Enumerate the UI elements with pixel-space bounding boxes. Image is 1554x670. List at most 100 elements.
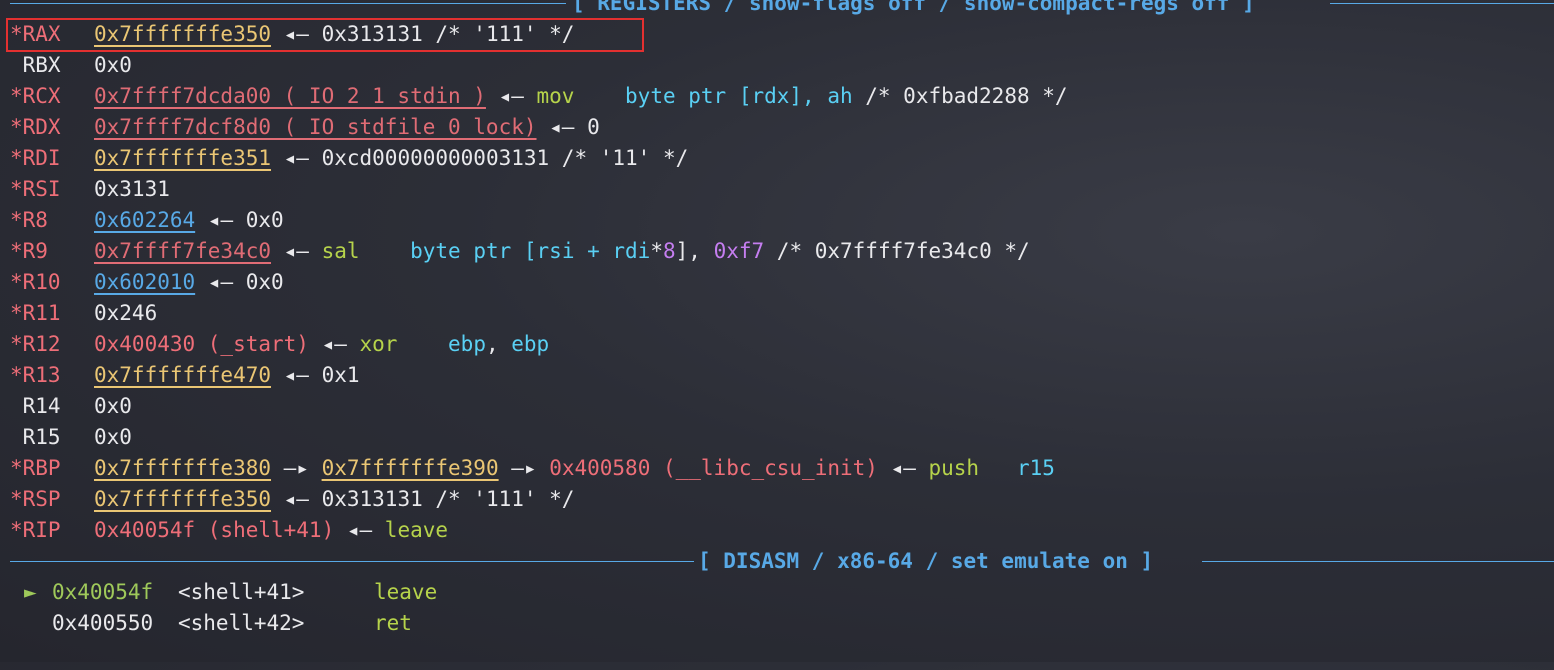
register-value-part (574, 84, 625, 108)
register-value-part[interactable]: 0x7ffff7dcda00 (_IO_2_1_stdin_) (94, 84, 486, 108)
register-value-part: 0x246 (94, 301, 158, 325)
disasm-header-title: [ DISASM / x86-64 / set emulate on ] (698, 549, 1154, 573)
register-name: *RSP (10, 487, 61, 511)
register-value-part[interactable]: 0x7fffffffe351 (94, 146, 271, 170)
disasm-mnemonic: ret (374, 611, 412, 635)
register-value-part: ◂— 0x0 (195, 270, 284, 294)
register-value: 0x0 (94, 422, 132, 453)
register-name: R14 (10, 394, 61, 418)
register-value-part: ◂— 0 (536, 115, 600, 139)
register-value-part: byte ptr [rdx], ah (625, 84, 853, 108)
register-value-part[interactable]: 0x7ffff7dcf8d0 (_IO_stdfile_0_lock) (94, 115, 537, 139)
register-name: *RDI (10, 146, 61, 170)
register-value-part: , (485, 332, 512, 356)
registers-header-title: [ REGISTERS / show-flags off / show-comp… (572, 0, 1255, 15)
register-value-part: ebp (511, 332, 550, 356)
register-value: 0x7ffff7fe34c0 ◂— sal byte ptr [rsi + rd… (94, 236, 1030, 267)
registers-header: [ REGISTERS / show-flags off / show-comp… (0, 0, 1554, 19)
register-value-part: r15 (1017, 456, 1055, 480)
register-value-part: 0x40054f (shell+41) (94, 518, 335, 542)
register-value-part: 0x0 (94, 425, 132, 449)
register-name: *R8 (10, 208, 48, 232)
disasm-mnemonic: leave (374, 580, 438, 604)
register-value: 0x7fffffffe351 ◂— 0xcd00000000003131 /* … (94, 143, 688, 174)
register-name: R15 (10, 425, 61, 449)
register-value-part: byte ptr [rsi + rdi (410, 239, 651, 263)
register-value-part: 0x3131 (94, 177, 170, 201)
register-value: 0x0 (94, 50, 132, 81)
registers-header-rule-left (10, 3, 566, 4)
register-value: 0x246 (94, 298, 157, 329)
register-value: 0x0 (94, 391, 132, 422)
register-value-part: ], (675, 239, 714, 263)
register-name: *R11 (10, 301, 61, 325)
register-value: 0x7ffff7dcf8d0 (_IO_stdfile_0_lock) ◂— 0 (94, 112, 600, 143)
register-name: *RBP (10, 456, 61, 480)
register-value-part (397, 332, 448, 356)
register-value: 0x40054f (shell+41) ◂— leave (94, 515, 448, 546)
register-value-part: 0x0 (94, 53, 132, 77)
disasm-header-rule-left (10, 561, 694, 562)
register-name: *RIP (10, 518, 61, 542)
register-value-part: * (650, 239, 663, 263)
disasm-header: [ DISASM / x86-64 / set emulate on ] (0, 546, 1554, 577)
register-name: *R13 (10, 363, 61, 387)
register-value-part: 8 (662, 239, 676, 263)
register-value-part: sal (321, 239, 360, 263)
register-value-part: ◂— (271, 239, 322, 263)
rax-highlight-box (6, 18, 644, 52)
register-value-part: ◂— 0x1 (271, 363, 360, 387)
register-value-part[interactable]: 0x7fffffffe350 (94, 487, 271, 511)
register-name: *RDX (10, 115, 61, 139)
current-instruction-marker: ► (24, 580, 37, 604)
register-value-part (979, 456, 1017, 480)
register-value-part[interactable]: 0x7fffffffe390 (322, 456, 499, 480)
register-value-part: ◂— 0xcd00000000003131 /* '11' */ (271, 146, 689, 170)
register-value-part: —▸ (498, 456, 550, 480)
register-value-part: ◂— 0x0 (195, 208, 284, 232)
register-value-part[interactable]: 0x7fffffffe470 (94, 363, 271, 387)
register-value-part[interactable]: 0x602010 (94, 270, 195, 294)
disasm-symbol: <shell+42> (178, 611, 305, 635)
register-value-part: 0x400430 (_start) (94, 332, 309, 356)
register-value-part: ◂— (308, 332, 360, 356)
register-value: 0x7ffff7dcda00 (_IO_2_1_stdin_) ◂— mov b… (94, 81, 1068, 112)
register-name: *R9 (10, 239, 48, 263)
register-name: *R12 (10, 332, 61, 356)
register-value-part: ebp (448, 332, 486, 356)
disasm-symbol: <shell+41> (178, 580, 305, 604)
register-value: 0x3131 (94, 174, 170, 205)
register-value-part: /* 0xfbad2288 */ (852, 84, 1068, 108)
register-value-part: push (928, 456, 980, 480)
register-value: 0x602264 ◂— 0x0 (94, 205, 284, 236)
disasm-address: 0x400550 (52, 611, 154, 635)
register-value-part: mov (536, 84, 575, 108)
register-name: *RSI (10, 177, 61, 201)
register-value: 0x7fffffffe380 —▸ 0x7fffffffe390 —▸ 0x40… (94, 453, 1055, 484)
register-value-part[interactable]: 0x7ffff7fe34c0 (94, 239, 271, 263)
register-value: 0x7fffffffe470 ◂— 0x1 (94, 360, 360, 391)
register-value-part: ◂— (485, 84, 537, 108)
register-name: RBX (10, 53, 61, 77)
register-value-part[interactable]: 0x7fffffffe380 (94, 456, 271, 480)
register-value-part (360, 239, 411, 263)
register-name: *RCX (10, 84, 61, 108)
register-value-part: xor (359, 332, 398, 356)
register-value-part: leave (384, 518, 449, 542)
register-value: 0x7fffffffe350 ◂— 0x313131 /* '111' */ (94, 484, 574, 515)
register-value: 0x602010 ◂— 0x0 (94, 267, 284, 298)
disasm-address: 0x40054f (52, 580, 154, 604)
register-value-part: 0x0 (94, 394, 132, 418)
register-value-part: ◂— (877, 456, 929, 480)
disasm-header-rule-right (1202, 561, 1554, 562)
register-value-part[interactable]: 0x602264 (94, 208, 195, 232)
register-value-part: ◂— (334, 518, 385, 542)
register-value-part: ◂— 0x313131 /* '111' */ (271, 487, 575, 511)
register-value-part: /* 0x7ffff7fe34c0 */ (764, 239, 1030, 263)
register-value: 0x400430 (_start) ◂— xor ebp, ebp (94, 329, 549, 360)
registers-header-rule-right (1330, 3, 1554, 4)
register-value-part: —▸ (271, 456, 322, 480)
register-name: *R10 (10, 270, 61, 294)
register-value-part: 0x400580 (__libc_csu_init) (549, 456, 878, 480)
register-value-part: 0xf7 (713, 239, 765, 263)
